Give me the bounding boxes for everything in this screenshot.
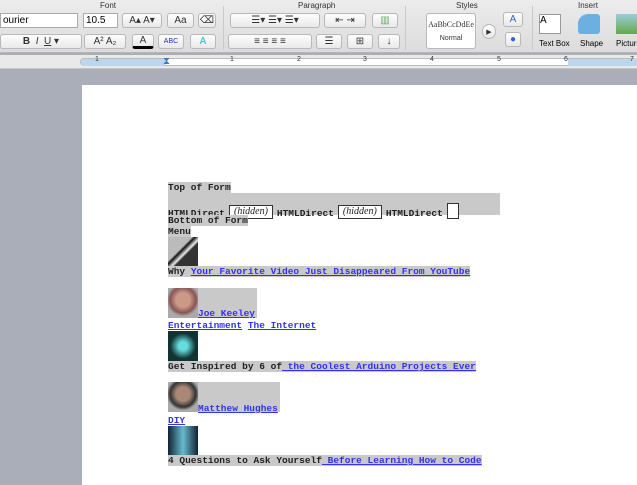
article-3-title: 4 Questions to Ask Yourself Before Learn… bbox=[168, 455, 482, 466]
article-1-link[interactable]: Your Favorite Video Just Disappeared Fro… bbox=[191, 266, 470, 277]
picture-button[interactable]: Picture bbox=[616, 39, 637, 48]
text-box-button[interactable]: Text Box bbox=[539, 39, 570, 48]
style-set-icon[interactable]: ● bbox=[505, 32, 521, 47]
font-color-button[interactable]: A bbox=[132, 34, 154, 49]
sort-button[interactable]: ↓ bbox=[378, 34, 400, 49]
clear-format-icon[interactable]: ⌫ bbox=[198, 13, 216, 28]
indent-marker-icon[interactable]: ⧗ bbox=[163, 56, 170, 67]
author-2: Matthew Hughes bbox=[168, 382, 280, 414]
author-avatar bbox=[168, 288, 198, 318]
font-size-field[interactable]: 10.5 bbox=[83, 13, 118, 28]
bold-italic-underline-buttons[interactable]: B I U ▾ bbox=[0, 34, 82, 49]
text-box-icon[interactable]: A bbox=[539, 14, 561, 34]
shape-button[interactable]: Shape bbox=[580, 39, 603, 48]
author-1: Joe Keeley bbox=[168, 288, 257, 319]
article-2-title: Get Inspired by 6 of the Coolest Arduino… bbox=[168, 361, 476, 372]
shape-icon[interactable] bbox=[578, 14, 600, 34]
paragraph-group-label: Paragraph bbox=[298, 1, 336, 10]
font-name-field[interactable]: ourier bbox=[0, 13, 78, 28]
video-thumbnail[interactable] bbox=[168, 237, 198, 267]
text-effects-button[interactable]: A bbox=[190, 34, 216, 49]
superscript-subscript-buttons[interactable]: A² A₂ bbox=[84, 34, 126, 49]
font-group-label: Font bbox=[100, 1, 117, 10]
document-page[interactable] bbox=[82, 85, 637, 485]
category-entertainment[interactable]: Entertainment bbox=[168, 320, 242, 331]
arduino-thumbnail[interactable] bbox=[168, 331, 198, 361]
text-styles-icon[interactable]: A bbox=[503, 12, 523, 27]
columns-button[interactable]: ▥ bbox=[372, 13, 398, 28]
list-buttons[interactable]: ☰▾ ☰▾ ☰▾ bbox=[230, 13, 320, 28]
article-2-link[interactable]: the Coolest Arduino Projects Ever bbox=[282, 361, 476, 372]
style-preview: AaBbCcDdEe bbox=[428, 20, 474, 29]
styles-pane-icon[interactable]: ▶ bbox=[482, 24, 496, 39]
ribbon: Font Paragraph Styles Insert ourier 10.5… bbox=[0, 0, 637, 53]
author-1-link[interactable]: Joe Keeley bbox=[198, 308, 255, 319]
article-1-title: Why Your Favorite Video Just Disappeared… bbox=[168, 266, 471, 277]
author-2-link[interactable]: Matthew Hughes bbox=[198, 403, 278, 414]
category-diy[interactable]: DIY bbox=[168, 415, 185, 426]
article-3-link[interactable]: Before Learning How to Code bbox=[322, 455, 482, 466]
insert-group-label: Insert bbox=[578, 1, 599, 10]
watermark: www.989214.com bbox=[544, 457, 631, 469]
form-row: HTMLDirect (hidden) HTMLDirect (hidden) HTML… bbox=[168, 193, 500, 219]
indent-buttons[interactable]: ⇤ ⇥ bbox=[324, 13, 366, 28]
alignment-buttons[interactable]: ≡ ≡ ≡ ≡ bbox=[228, 34, 312, 49]
change-case-button[interactable]: Aa bbox=[167, 13, 194, 28]
styles-group-label: Styles bbox=[456, 1, 478, 10]
line-spacing-button[interactable]: ☰ bbox=[316, 34, 342, 49]
category-internet[interactable]: The Internet bbox=[248, 320, 316, 331]
hidden-field[interactable]: (hidden) bbox=[337, 205, 382, 219]
grow-shrink-font-buttons[interactable]: A▴ A▾ bbox=[122, 13, 162, 28]
hidden-field[interactable] bbox=[446, 203, 459, 219]
style-normal[interactable]: AaBbCcDdEe Normal bbox=[426, 13, 476, 49]
ruler[interactable]: ⧗ 1 1 2 3 4 5 6 7 bbox=[0, 55, 637, 69]
borders-button[interactable]: ⊞ bbox=[347, 34, 373, 49]
top-of-form: Top of Form bbox=[168, 182, 231, 193]
menu-label: Menu bbox=[168, 226, 191, 237]
author-avatar bbox=[168, 382, 198, 412]
style-name: Normal bbox=[439, 35, 463, 42]
bottom-of-form: Bottom of Form bbox=[168, 215, 248, 226]
code-thumbnail[interactable] bbox=[168, 426, 198, 456]
highlight-button[interactable]: ABC bbox=[158, 34, 184, 49]
picture-icon[interactable] bbox=[616, 14, 637, 34]
